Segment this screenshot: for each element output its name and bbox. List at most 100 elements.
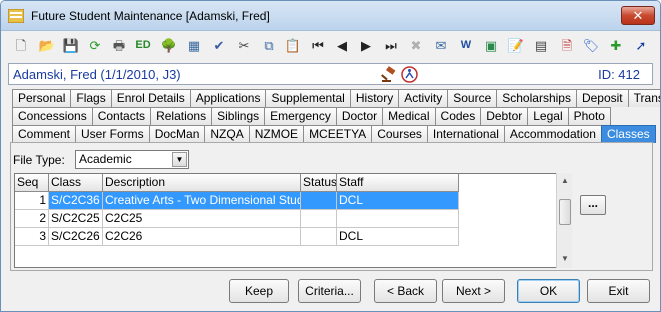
tab-applications[interactable]: Applications	[189, 89, 267, 107]
tab-flags[interactable]: Flags	[70, 89, 112, 107]
column-header-status[interactable]: Status	[301, 174, 337, 192]
next-button[interactable]: Next >	[442, 279, 505, 303]
tab-medical[interactable]: Medical	[382, 107, 436, 125]
scroll-up-icon[interactable]: ▲	[557, 173, 573, 189]
tab-supplemental[interactable]: Supplemental	[265, 89, 351, 107]
tab-accommodation[interactable]: Accommodation	[503, 125, 602, 143]
table-row[interactable]: 3 S/C2C26 C2C26 DCL	[15, 228, 459, 246]
tab-row-3: Comment User Forms DocMan NZQA NZMOE MCEETYA C…	[12, 125, 656, 143]
criteria-button-label: Criteria...	[305, 284, 354, 298]
column-header-class[interactable]: Class	[49, 174, 103, 192]
tab-doctor[interactable]: Doctor	[335, 107, 384, 125]
column-header-description[interactable]: Description	[103, 174, 301, 192]
ok-button[interactable]: OK	[517, 279, 580, 303]
email-icon[interactable]: ✉	[431, 35, 451, 55]
delete-icon-glyph: ✖	[410, 37, 422, 53]
table-row[interactable]: 2 S/C2C25 C2C25	[15, 210, 459, 228]
accessibility-icon[interactable]	[401, 66, 418, 83]
toolbar: 🗋 📂 💾 ⟳ 🖶 ED 🌳 ▦ ✔ ✂ ⧉ 📋 ⏮ ◀ ▶ ⏭ ✖ ✉ W ▣ 📝 ▤ 🗎 🏷 ✚ ➚	[1, 32, 660, 59]
first-record-icon[interactable]: ⏮	[308, 35, 328, 55]
ellipsis-button[interactable]: ...	[580, 195, 606, 215]
save-icon-glyph: 💾	[62, 37, 80, 53]
notes-icon[interactable]: 📝	[506, 35, 526, 55]
tab-source[interactable]: Source	[447, 89, 498, 107]
keep-button[interactable]: Keep	[229, 279, 289, 303]
student-info-bar: Adamski, Fred (1/1/2010, J3) ID: 412	[8, 63, 653, 85]
tab-user-forms[interactable]: User Forms	[75, 125, 150, 143]
tab-classes[interactable]: Classes	[600, 125, 656, 143]
mail-merge-icon[interactable]: 🗎	[557, 35, 577, 55]
next-record-icon[interactable]: ▶	[356, 35, 376, 55]
table-row[interactable]: 1 S/C2C36 Creative Arts - Two Dimensional …	[15, 192, 459, 210]
cell-description: Creative Arts - Two Dimensional Studies	[103, 192, 301, 210]
tab-nzmoe[interactable]: NZMOE	[248, 125, 305, 143]
previous-record-icon[interactable]: ◀	[332, 35, 352, 55]
back-button[interactable]: < Back	[374, 279, 437, 303]
tab-scholarships[interactable]: Scholarships	[496, 89, 577, 107]
next-button-label: Next >	[455, 284, 491, 298]
cut-icon[interactable]: ✂	[234, 35, 254, 55]
tab-international[interactable]: International	[426, 125, 505, 143]
refresh-icon[interactable]: ⟳	[85, 35, 105, 55]
tab-mceetya[interactable]: MCEETYA	[303, 125, 373, 143]
tag-icon[interactable]: 🏷	[581, 35, 601, 55]
criteria-button[interactable]: Criteria...	[298, 279, 361, 303]
family-tree-icon[interactable]: 🌳	[159, 35, 179, 55]
tab-concessions[interactable]: Concessions	[12, 107, 93, 125]
save-icon[interactable]: 💾	[61, 35, 81, 55]
tab-comment[interactable]: Comment	[12, 125, 77, 143]
column-header-staff[interactable]: Staff	[337, 174, 459, 192]
tab-siblings[interactable]: Siblings	[211, 107, 266, 125]
tab-emergency[interactable]: Emergency	[264, 107, 337, 125]
new-document-icon[interactable]: 🗋	[11, 35, 31, 55]
scroll-thumb[interactable]	[559, 199, 571, 225]
add-note-icon-glyph: ✚	[610, 37, 622, 53]
excel-grid-icon[interactable]: ▣	[481, 35, 501, 55]
tab-courses[interactable]: Courses	[371, 125, 428, 143]
tab-relations[interactable]: Relations	[150, 107, 213, 125]
tab-legal[interactable]: Legal	[527, 107, 569, 125]
add-note-icon[interactable]: ✚	[606, 35, 626, 55]
grid-vertical-scrollbar[interactable]: ▲ ▼	[556, 173, 572, 268]
window-title: Future Student Maintenance [Adamski, Fre…	[31, 9, 270, 23]
pointer-arrow-icon[interactable]: ➚	[631, 35, 651, 55]
tab-photo[interactable]: Photo	[567, 107, 611, 125]
calendar-icon-glyph: ▤	[534, 37, 548, 53]
close-button[interactable]: ✕	[621, 6, 655, 25]
tab-nzqa[interactable]: NZQA	[204, 125, 250, 143]
chevron-down-icon[interactable]: ▼	[172, 152, 187, 167]
open-folder-icon[interactable]: 📂	[37, 35, 57, 55]
tab-history[interactable]: History	[349, 89, 400, 107]
ok-button-label: OK	[539, 284, 558, 298]
print-icon[interactable]: 🖶	[109, 35, 129, 55]
tab-debtor[interactable]: Debtor	[480, 107, 529, 125]
last-record-icon[interactable]: ⏭	[381, 35, 401, 55]
tab-personal[interactable]: Personal	[12, 89, 72, 107]
tab-docman[interactable]: DocMan	[148, 125, 206, 143]
spellcheck-icon[interactable]: ✔	[209, 35, 229, 55]
copy-icon[interactable]: ⧉	[259, 35, 279, 55]
back-button-label: < Back	[386, 284, 425, 298]
tab-codes[interactable]: Codes	[434, 107, 482, 125]
calculator-icon[interactable]: ▦	[184, 35, 204, 55]
tab-row-2: Concessions Contacts Relations Siblings Emer…	[12, 107, 611, 125]
tab-transport[interactable]: Transport	[627, 89, 660, 107]
file-type-select[interactable]: Academic ▼	[75, 150, 189, 169]
word-icon[interactable]: W	[456, 35, 476, 55]
column-header-seq[interactable]: Seq	[15, 174, 49, 192]
cell-seq: 3	[15, 228, 49, 246]
tab-deposit[interactable]: Deposit	[575, 89, 629, 107]
paste-icon[interactable]: 📋	[283, 35, 303, 55]
delete-icon[interactable]: ✖	[406, 35, 426, 55]
status-icons	[381, 66, 418, 83]
tab-contacts[interactable]: Contacts	[91, 107, 152, 125]
gavel-icon[interactable]	[381, 66, 397, 82]
exit-button[interactable]: Exit	[587, 279, 650, 303]
tab-enrol-details[interactable]: Enrol Details	[110, 89, 191, 107]
edit-id-icon-glyph: ED	[135, 38, 151, 51]
edit-id-icon[interactable]: ED	[133, 35, 153, 55]
scroll-down-icon[interactable]: ▼	[557, 251, 573, 267]
family-tree-icon-glyph: 🌳	[160, 37, 178, 53]
tab-activity[interactable]: Activity	[398, 89, 449, 107]
calendar-icon[interactable]: ▤	[531, 35, 551, 55]
